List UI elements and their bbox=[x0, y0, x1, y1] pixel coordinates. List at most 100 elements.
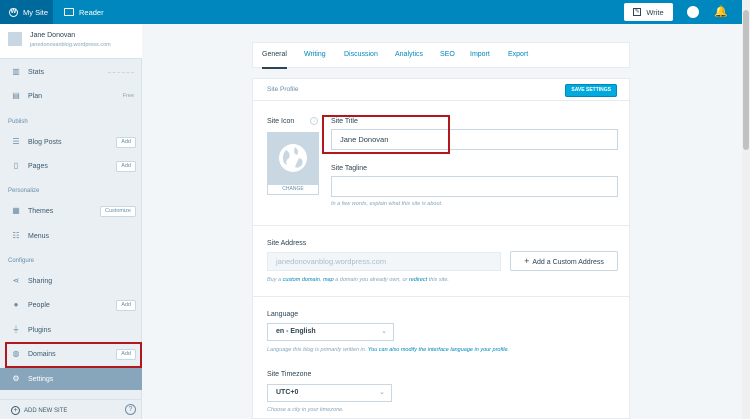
address-help-part: this site. bbox=[427, 277, 449, 283]
tab-writing[interactable]: Writing bbox=[304, 43, 326, 69]
blog-posts-icon: ☰ bbox=[12, 137, 20, 146]
language-help-text: Language this blog is primarily written … bbox=[267, 347, 509, 353]
address-help-part: a domain you already own, or bbox=[333, 277, 409, 283]
section-divider bbox=[253, 296, 629, 297]
masterbar: W My Site Reader ✎ Write 🔔 bbox=[0, 0, 742, 24]
add-blog-post-button[interactable]: Add bbox=[116, 136, 136, 148]
tab-general[interactable]: General bbox=[262, 43, 287, 69]
menus-list-icon: ☷ bbox=[12, 231, 20, 240]
sidebar-item-label: Pages bbox=[28, 162, 48, 170]
sidebar-item-label: Settings bbox=[28, 375, 54, 383]
address-help-part: Buy a bbox=[267, 277, 283, 283]
reader-icon bbox=[64, 8, 74, 16]
map-domain-link[interactable]: map bbox=[323, 277, 334, 283]
timezone-label: Site Timezone bbox=[267, 371, 312, 378]
sidebar-item-label: Plan bbox=[28, 92, 43, 100]
sidebar-item-label: Blog Posts bbox=[28, 138, 62, 146]
info-icon[interactable]: i bbox=[310, 117, 318, 125]
site-address-label: Site Address bbox=[267, 240, 307, 247]
reader-button[interactable]: Reader bbox=[58, 0, 108, 24]
sidebar-item-pages[interactable]: ▯ Pages Add bbox=[0, 155, 142, 177]
site-icon-label: Site Icon bbox=[267, 118, 295, 125]
tab-import[interactable]: Import bbox=[470, 43, 490, 69]
sidebar-heading-configure: Configure bbox=[8, 258, 35, 264]
sidebar-item-plan[interactable]: ▤ Plan Free bbox=[0, 85, 142, 107]
plus-icon: + bbox=[524, 256, 530, 266]
site-icon-preview bbox=[267, 132, 319, 184]
add-new-site-label: ADD NEW SITE bbox=[24, 407, 68, 414]
chevron-down-icon: ⌄ bbox=[381, 328, 387, 335]
sidebar-item-settings[interactable]: ⚙ Settings bbox=[0, 368, 142, 390]
section-divider bbox=[253, 225, 629, 226]
plan-document-icon: ▤ bbox=[12, 91, 20, 100]
settings-tabs: General Writing Discussion Analytics SEO… bbox=[252, 42, 630, 69]
timezone-help-text: Choose a city in your timezone. bbox=[267, 407, 344, 413]
stats-sparkline bbox=[108, 71, 134, 73]
add-custom-address-button[interactable]: + Add a Custom Address bbox=[510, 251, 618, 271]
redirect-link[interactable]: redirect bbox=[409, 277, 427, 283]
language-help-part: Language this blog is primarily written … bbox=[267, 347, 368, 353]
help-question-icon[interactable]: ? bbox=[125, 404, 136, 415]
sidebar-item-plugins[interactable]: ⏚ Plugins bbox=[0, 319, 142, 341]
add-person-button[interactable]: Add bbox=[116, 299, 136, 311]
site-title-highlight-box bbox=[322, 115, 450, 154]
plugin-plug-icon: ⏚ bbox=[12, 325, 20, 334]
page-scrollbar[interactable] bbox=[742, 0, 750, 419]
site-tagline-input[interactable] bbox=[331, 176, 618, 197]
tab-export[interactable]: Export bbox=[508, 43, 528, 69]
sidebar-item-people[interactable]: ● People Add bbox=[0, 294, 142, 316]
gear-icon: ⚙ bbox=[12, 374, 20, 383]
sidebar-item-themes[interactable]: ▦ Themes Customize bbox=[0, 200, 142, 222]
tab-analytics[interactable]: Analytics bbox=[395, 43, 423, 69]
site-address-input: janedonovanblog.wordpress.com bbox=[267, 252, 501, 271]
sidebar-item-sharing[interactable]: ⋖ Sharing bbox=[0, 270, 142, 292]
card-header: Site Profile SAVE SETTINGS bbox=[253, 79, 631, 101]
sidebar-item-stats[interactable]: ▥ Stats bbox=[0, 61, 142, 83]
notifications-bell-icon[interactable]: 🔔 bbox=[714, 5, 728, 19]
timezone-select[interactable]: UTC+0 ⌄ bbox=[267, 384, 392, 402]
timezone-value: UTC+0 bbox=[276, 389, 299, 396]
pages-icon: ▯ bbox=[13, 161, 19, 170]
add-new-site-link[interactable]: + ADD NEW SITE bbox=[11, 406, 67, 415]
wordpress-logo-icon: W bbox=[9, 7, 18, 17]
plan-free-badge: Free bbox=[122, 93, 134, 99]
tab-discussion[interactable]: Discussion bbox=[344, 43, 378, 69]
save-settings-button[interactable]: SAVE SETTINGS bbox=[565, 84, 617, 97]
chevron-down-icon: ⌄ bbox=[379, 389, 385, 396]
user-avatar-icon[interactable] bbox=[687, 6, 699, 18]
sidebar-item-label: Menus bbox=[28, 232, 50, 240]
sidebar-item-label: People bbox=[28, 301, 50, 309]
pencil-icon: ✎ bbox=[633, 8, 642, 16]
language-select[interactable]: en - English ⌄ bbox=[267, 323, 394, 341]
change-site-icon-button[interactable]: CHANGE bbox=[267, 184, 319, 195]
custom-domain-link[interactable]: custom domain bbox=[283, 277, 320, 283]
sidebar-item-menus[interactable]: ☷ Menus bbox=[0, 225, 142, 247]
customize-button[interactable]: Customize bbox=[100, 205, 136, 217]
sidebar-heading-personalize: Personalize bbox=[8, 188, 40, 194]
sidebar-item-blog-posts[interactable]: ☰ Blog Posts Add bbox=[0, 131, 142, 153]
write-label: Write bbox=[646, 7, 664, 17]
add-page-button[interactable]: Add bbox=[116, 160, 136, 172]
my-site-label: My Site bbox=[23, 7, 49, 17]
site-owner-name: Jane Donovan bbox=[30, 32, 76, 39]
globe-icon bbox=[279, 144, 307, 172]
add-circle-icon: + bbox=[11, 406, 20, 415]
tab-seo[interactable]: SEO bbox=[440, 43, 455, 69]
language-value: en - English bbox=[276, 328, 316, 335]
site-icon-thumbnail bbox=[8, 32, 22, 46]
my-site-button[interactable]: W My Site bbox=[0, 0, 53, 24]
write-button[interactable]: ✎ Write bbox=[624, 3, 673, 21]
site-url: janedonovanblog.wordpress.com bbox=[30, 42, 111, 48]
themes-icon: ▦ bbox=[12, 206, 20, 215]
site-profile-card[interactable]: Jane Donovan janedonovanblog.wordpress.c… bbox=[0, 24, 142, 59]
sidebar-footer: + ADD NEW SITE ? bbox=[0, 399, 142, 419]
stats-bar-chart-icon: ▥ bbox=[12, 67, 20, 76]
address-help-text: Buy a custom domain, map a domain you al… bbox=[267, 277, 449, 283]
people-icon: ● bbox=[13, 300, 19, 309]
interface-language-link[interactable]: You can also modify the interface langua… bbox=[368, 347, 509, 353]
add-custom-address-label: Add a Custom Address bbox=[532, 259, 604, 266]
site-tagline-label: Site Tagline bbox=[331, 165, 368, 172]
scrollbar-thumb[interactable] bbox=[743, 10, 749, 150]
language-label: Language bbox=[267, 311, 299, 318]
settings-highlight-box bbox=[5, 342, 142, 368]
